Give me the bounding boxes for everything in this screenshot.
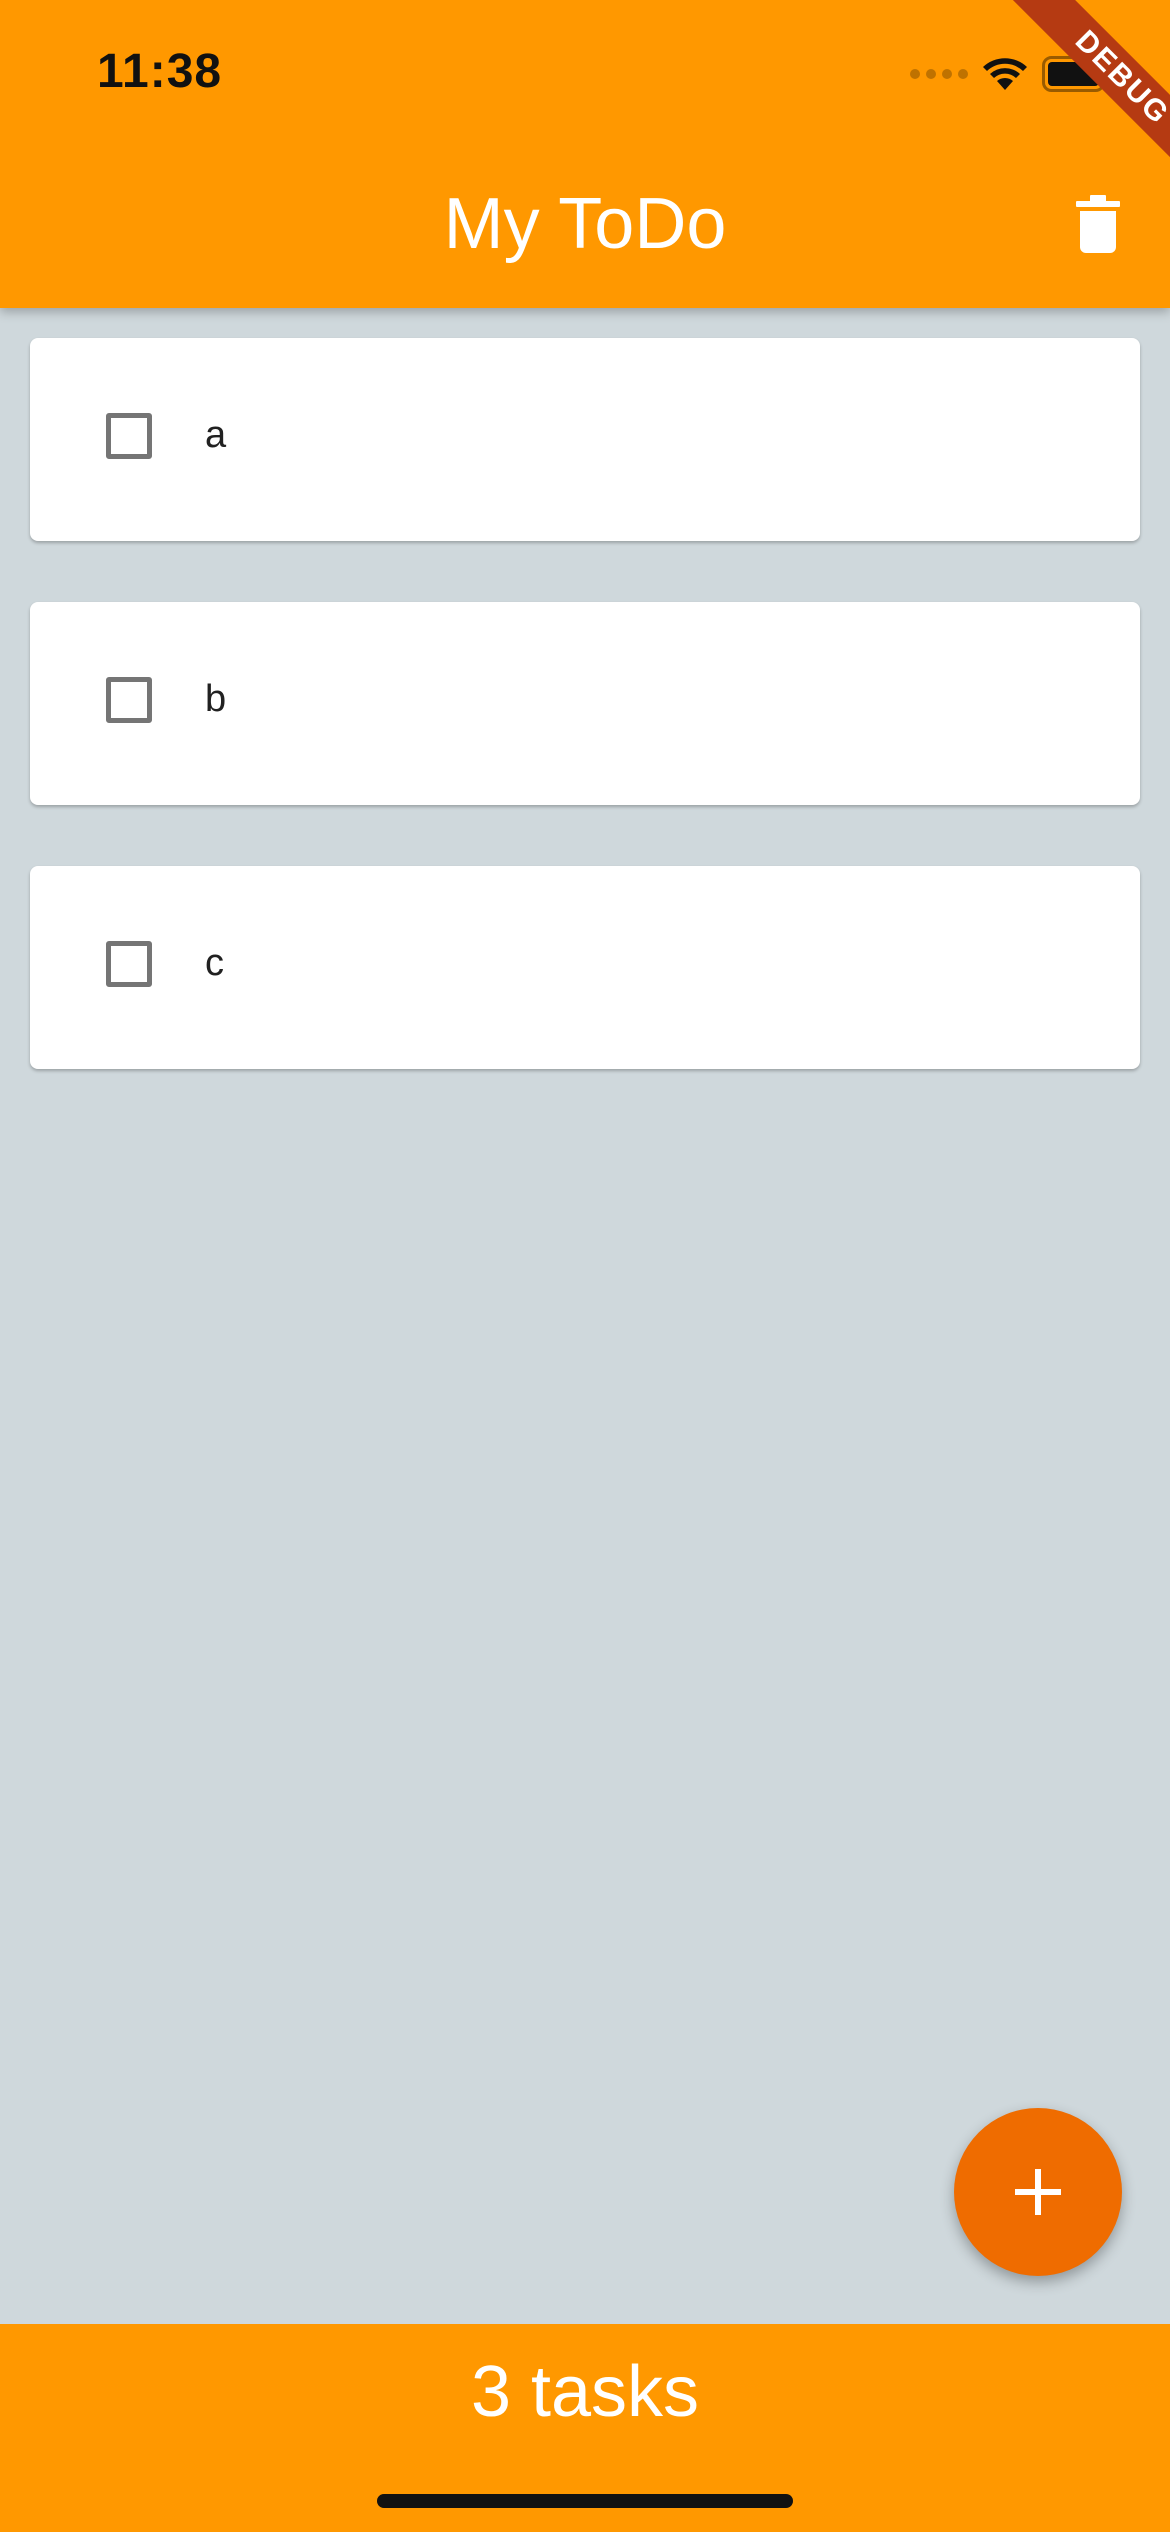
task-card[interactable]: a — [30, 338, 1140, 541]
page-title: My ToDo — [443, 184, 727, 264]
app-bar: 11:38 My ToDo — [0, 0, 1170, 308]
task-list: a b c — [30, 338, 1140, 1130]
task-label: b — [205, 678, 227, 720]
delete-all-button[interactable] — [1068, 190, 1128, 258]
bottom-bar: 3 tasks — [0, 2324, 1170, 2532]
status-icons — [910, 56, 1112, 92]
battery-icon — [1042, 56, 1110, 92]
task-checkbox[interactable] — [106, 941, 152, 987]
trash-icon — [1076, 195, 1120, 253]
task-checkbox[interactable] — [106, 413, 152, 459]
task-label: a — [205, 414, 227, 456]
task-count: 3 tasks — [470, 2352, 700, 2432]
home-indicator[interactable] — [377, 2494, 793, 2508]
task-card[interactable]: b — [30, 602, 1140, 805]
add-task-button[interactable] — [954, 2108, 1122, 2276]
task-label: c — [205, 942, 224, 984]
task-card[interactable]: c — [30, 866, 1140, 1069]
status-time: 11:38 — [97, 45, 223, 98]
wifi-icon — [983, 58, 1027, 90]
task-checkbox[interactable] — [106, 677, 152, 723]
plus-icon — [1015, 2169, 1061, 2215]
cellular-signal-icon — [910, 69, 968, 79]
